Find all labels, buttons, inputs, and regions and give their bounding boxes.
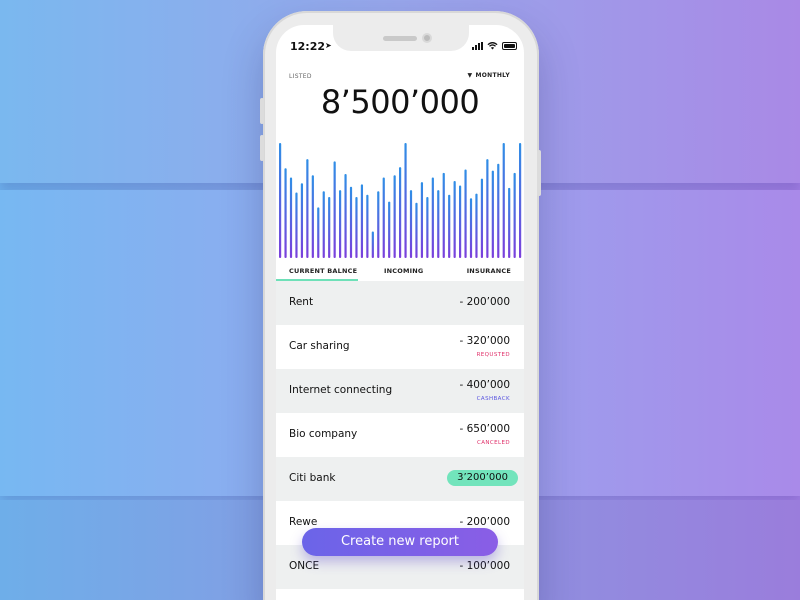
battery-icon (502, 42, 517, 50)
transaction-row[interactable]: Rent - 200’000 (276, 281, 524, 325)
create-report-button[interactable]: Create new report (302, 528, 498, 556)
chart-bar (464, 169, 467, 258)
chart-bar (382, 177, 385, 258)
chart-bar (497, 163, 500, 258)
chart-bar (459, 185, 462, 258)
chart-bar (442, 172, 445, 258)
listed-label: LISTED (289, 73, 312, 80)
chart-bar (371, 231, 374, 258)
transaction-row[interactable]: Car sharing - 320’000 REQUSTED (276, 325, 524, 369)
speaker-grille (383, 36, 417, 41)
chart-bar (377, 191, 380, 258)
transaction-status: CANCELED (476, 440, 510, 446)
location-arrow-icon: ➤ (325, 41, 332, 50)
period-label: MONTHLY (475, 72, 510, 79)
chart-bar (279, 143, 282, 258)
chart-bar (388, 201, 391, 258)
status-time: 12:22 (290, 40, 326, 53)
chart-bar (469, 198, 473, 258)
transaction-amount: - 100’000 (459, 560, 510, 572)
volume-down-button (260, 135, 264, 161)
transaction-amount: - 200’000 (459, 296, 510, 308)
chart-bar (306, 159, 309, 258)
chart-bar (399, 167, 402, 258)
power-button (537, 150, 541, 196)
chart-bar (333, 161, 336, 258)
chart-bar (480, 178, 484, 258)
transaction-title: Car sharing (289, 340, 350, 352)
caret-down-icon: ▼ (467, 72, 473, 79)
chart-bar (355, 197, 358, 258)
chart-bar (317, 207, 320, 258)
chart-bar (420, 182, 424, 258)
transaction-amount: - 650’000 (459, 423, 510, 435)
chart-bar (508, 187, 511, 258)
tab-insurance[interactable]: INSURANCE (467, 267, 511, 275)
chart-bar (491, 170, 494, 258)
total-balance: 8’500’000 (320, 83, 480, 121)
chart-bar (409, 190, 413, 258)
transaction-status: CASHBACK (476, 396, 510, 402)
transaction-title: Citi bank (289, 472, 336, 484)
chart-bar (360, 184, 364, 258)
chart-bar (366, 194, 369, 258)
chart-bar (300, 183, 304, 258)
chart-bar (453, 180, 456, 258)
chart-bar (426, 197, 429, 258)
chart-bar (339, 190, 342, 258)
front-camera-icon (422, 33, 432, 43)
signal-icon (472, 42, 483, 50)
transaction-title: Rent (289, 296, 314, 308)
tab-current-balance[interactable]: CURRENT BALNCE (289, 267, 357, 275)
chart-bar (349, 186, 353, 258)
balance-bar-chart (279, 143, 522, 258)
chart-bar (448, 194, 451, 258)
chart-bar (486, 159, 489, 258)
chart-bar (519, 143, 522, 258)
transaction-amount: - 320’000 (459, 335, 510, 347)
chart-bar (289, 177, 293, 258)
chart-bar (328, 197, 331, 258)
chart-bar (393, 175, 396, 258)
transaction-title: Internet connecting (289, 384, 393, 396)
chart-bar (437, 190, 440, 258)
transaction-title: Rewe (289, 516, 318, 528)
transaction-row[interactable]: Bio company - 650’000 CANCELED (276, 413, 524, 457)
transaction-amount: - 400’000 (459, 379, 510, 391)
chart-bar (475, 193, 478, 258)
transaction-status: REQUSTED (476, 352, 510, 358)
tab-incoming[interactable]: INCOMING (384, 267, 423, 275)
period-dropdown[interactable]: ▼ MONTHLY (468, 72, 510, 79)
transaction-title: ONCE (289, 560, 320, 572)
chart-bar (295, 192, 298, 258)
volume-up-button (260, 98, 264, 124)
transaction-row[interactable]: Citi bank 3’200’000 (276, 457, 524, 501)
transaction-amount: - 200’000 (459, 516, 510, 528)
transaction-row[interactable]: Internet connecting - 400’000 CASHBACK (276, 369, 524, 413)
chart-bar (415, 202, 418, 258)
phone-screen: 12:22 ➤ LISTED ▼ MONTHLY 8’500’000 CURRE… (276, 25, 524, 600)
chart-bar (513, 172, 516, 258)
chart-bar (502, 143, 505, 258)
wifi-icon (487, 42, 498, 50)
tab-bar: CURRENT BALNCE INCOMING INSURANCE (276, 265, 524, 281)
transaction-title: Bio company (289, 428, 358, 440)
chart-bar (284, 168, 287, 258)
chart-bar (431, 177, 434, 258)
chart-bar (344, 174, 347, 258)
chart-bar (404, 143, 407, 258)
chart-bar (311, 175, 314, 258)
status-icons (472, 42, 517, 50)
transaction-amount-badge: 3’200’000 (447, 470, 518, 486)
chart-bar (322, 191, 325, 258)
